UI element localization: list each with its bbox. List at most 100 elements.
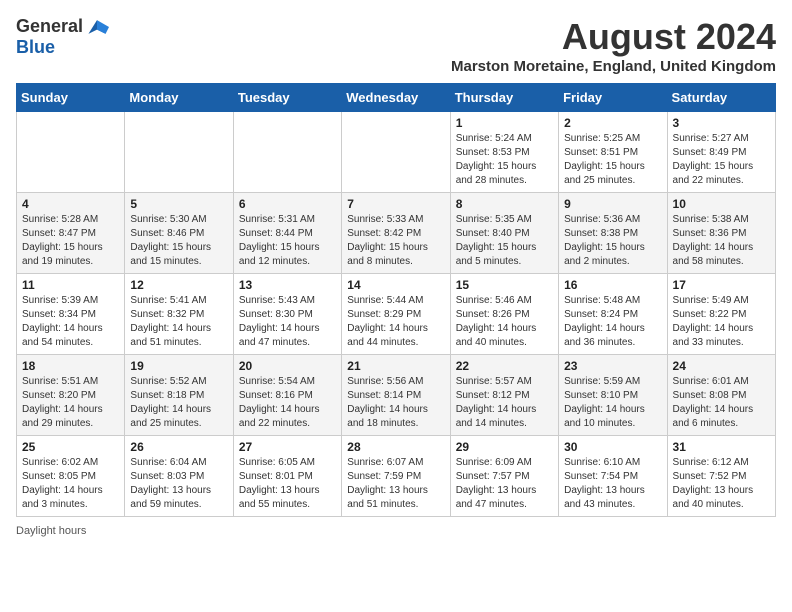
day-number: 6 — [239, 197, 336, 211]
day-info: Sunrise: 5:36 AM Sunset: 8:38 PM Dayligh… — [564, 213, 661, 269]
weekday-thursday: Thursday — [450, 84, 558, 112]
calendar-cell — [342, 112, 450, 193]
day-info: Sunrise: 6:02 AM Sunset: 8:05 PM Dayligh… — [22, 456, 119, 512]
day-number: 25 — [22, 440, 119, 454]
calendar-cell: 25 Sunrise: 6:02 AM Sunset: 8:05 PM Dayli… — [17, 436, 125, 517]
day-number: 24 — [673, 359, 770, 373]
day-number: 16 — [564, 278, 661, 292]
day-info: Sunrise: 6:09 AM Sunset: 7:57 PM Dayligh… — [456, 456, 553, 512]
day-info: Sunrise: 6:07 AM Sunset: 7:59 PM Dayligh… — [347, 456, 444, 512]
title-block: August 2024 Marston Moretaine, England, … — [451, 16, 776, 75]
day-info: Sunrise: 5:52 AM Sunset: 8:18 PM Dayligh… — [130, 375, 227, 431]
calendar-cell — [125, 112, 233, 193]
day-info: Sunrise: 5:48 AM Sunset: 8:24 PM Dayligh… — [564, 294, 661, 350]
day-info: Sunrise: 6:10 AM Sunset: 7:54 PM Dayligh… — [564, 456, 661, 512]
day-info: Sunrise: 5:31 AM Sunset: 8:44 PM Dayligh… — [239, 213, 336, 269]
day-info: Sunrise: 5:59 AM Sunset: 8:10 PM Dayligh… — [564, 375, 661, 431]
day-number: 11 — [22, 278, 119, 292]
page-header: General Blue August 2024 Marston Moretai… — [16, 16, 776, 75]
calendar-cell: 23 Sunrise: 5:59 AM Sunset: 8:10 PM Dayli… — [559, 355, 667, 436]
location-title: Marston Moretaine, England, United Kingd… — [451, 58, 776, 75]
day-number: 23 — [564, 359, 661, 373]
weekday-header-row: SundayMondayTuesdayWednesdayThursdayFrid… — [17, 84, 776, 112]
calendar-cell: 8 Sunrise: 5:35 AM Sunset: 8:40 PM Daylig… — [450, 193, 558, 274]
day-info: Sunrise: 6:01 AM Sunset: 8:08 PM Dayligh… — [673, 375, 770, 431]
day-number: 18 — [22, 359, 119, 373]
day-number: 22 — [456, 359, 553, 373]
weekday-tuesday: Tuesday — [233, 84, 341, 112]
day-info: Sunrise: 5:33 AM Sunset: 8:42 PM Dayligh… — [347, 213, 444, 269]
calendar-cell: 18Sunrise: 5:51 AM Sunset: 8:20 PM Dayli… — [17, 355, 125, 436]
day-number: 3 — [673, 116, 770, 130]
logo-bird-icon — [85, 18, 109, 36]
day-number: 27 — [239, 440, 336, 454]
day-number: 9 — [564, 197, 661, 211]
calendar-cell: 19 Sunrise: 5:52 AM Sunset: 8:18 PM Dayli… — [125, 355, 233, 436]
calendar-cell: 6 Sunrise: 5:31 AM Sunset: 8:44 PM Daylig… — [233, 193, 341, 274]
day-info: Sunrise: 5:44 AM Sunset: 8:29 PM Dayligh… — [347, 294, 444, 350]
calendar-cell: 27 Sunrise: 6:05 AM Sunset: 8:01 PM Dayli… — [233, 436, 341, 517]
day-number: 14 — [347, 278, 444, 292]
day-number: 2 — [564, 116, 661, 130]
day-info: Sunrise: 5:39 AM Sunset: 8:34 PM Dayligh… — [22, 294, 119, 350]
day-info: Sunrise: 5:28 AM Sunset: 8:47 PM Dayligh… — [22, 213, 119, 269]
day-info: Sunrise: 5:56 AM Sunset: 8:14 PM Dayligh… — [347, 375, 444, 431]
day-info: Sunrise: 5:27 AM Sunset: 8:49 PM Dayligh… — [673, 132, 770, 188]
calendar-cell: 28 Sunrise: 6:07 AM Sunset: 7:59 PM Dayli… — [342, 436, 450, 517]
calendar-cell: 3 Sunrise: 5:27 AM Sunset: 8:49 PM Daylig… — [667, 112, 775, 193]
day-number: 30 — [564, 440, 661, 454]
day-number: 28 — [347, 440, 444, 454]
week-row-3: 11 Sunrise: 5:39 AM Sunset: 8:34 PM Dayli… — [17, 274, 776, 355]
calendar-cell: 14 Sunrise: 5:44 AM Sunset: 8:29 PM Dayli… — [342, 274, 450, 355]
calendar-cell: 29Sunrise: 6:09 AM Sunset: 7:57 PM Dayli… — [450, 436, 558, 517]
calendar-cell: 21 Sunrise: 5:56 AM Sunset: 8:14 PM Dayli… — [342, 355, 450, 436]
day-number: 7 — [347, 197, 444, 211]
calendar-cell — [17, 112, 125, 193]
week-row-1: 1Sunrise: 5:24 AM Sunset: 8:53 PM Daylig… — [17, 112, 776, 193]
daylight-label: Daylight hours — [16, 525, 86, 537]
day-number: 31 — [673, 440, 770, 454]
day-info: Sunrise: 5:43 AM Sunset: 8:30 PM Dayligh… — [239, 294, 336, 350]
day-number: 12 — [130, 278, 227, 292]
day-info: Sunrise: 5:49 AM Sunset: 8:22 PM Dayligh… — [673, 294, 770, 350]
day-info: Sunrise: 5:25 AM Sunset: 8:51 PM Dayligh… — [564, 132, 661, 188]
week-row-4: 18Sunrise: 5:51 AM Sunset: 8:20 PM Dayli… — [17, 355, 776, 436]
calendar-cell: 16 Sunrise: 5:48 AM Sunset: 8:24 PM Dayli… — [559, 274, 667, 355]
day-info: Sunrise: 6:05 AM Sunset: 8:01 PM Dayligh… — [239, 456, 336, 512]
day-number: 10 — [673, 197, 770, 211]
footer: Daylight hours — [16, 525, 776, 537]
day-number: 26 — [130, 440, 227, 454]
calendar-cell: 12 Sunrise: 5:41 AM Sunset: 8:32 PM Dayli… — [125, 274, 233, 355]
calendar-cell: 9 Sunrise: 5:36 AM Sunset: 8:38 PM Daylig… — [559, 193, 667, 274]
day-number: 19 — [130, 359, 227, 373]
calendar-cell: 30 Sunrise: 6:10 AM Sunset: 7:54 PM Dayli… — [559, 436, 667, 517]
calendar-cell: 7 Sunrise: 5:33 AM Sunset: 8:42 PM Daylig… — [342, 193, 450, 274]
day-number: 21 — [347, 359, 444, 373]
calendar-cell: 10 Sunrise: 5:38 AM Sunset: 8:36 PM Dayli… — [667, 193, 775, 274]
day-number: 20 — [239, 359, 336, 373]
day-info: Sunrise: 5:46 AM Sunset: 8:26 PM Dayligh… — [456, 294, 553, 350]
day-info: Sunrise: 5:41 AM Sunset: 8:32 PM Dayligh… — [130, 294, 227, 350]
day-number: 8 — [456, 197, 553, 211]
weekday-sunday: Sunday — [17, 84, 125, 112]
day-info: Sunrise: 5:35 AM Sunset: 8:40 PM Dayligh… — [456, 213, 553, 269]
day-info: Sunrise: 5:30 AM Sunset: 8:46 PM Dayligh… — [130, 213, 227, 269]
calendar-cell: 1Sunrise: 5:24 AM Sunset: 8:53 PM Daylig… — [450, 112, 558, 193]
day-info: Sunrise: 5:38 AM Sunset: 8:36 PM Dayligh… — [673, 213, 770, 269]
calendar-table: SundayMondayTuesdayWednesdayThursdayFrid… — [16, 83, 776, 517]
day-number: 17 — [673, 278, 770, 292]
day-number: 4 — [22, 197, 119, 211]
calendar-cell: 2 Sunrise: 5:25 AM Sunset: 8:51 PM Daylig… — [559, 112, 667, 193]
weekday-wednesday: Wednesday — [342, 84, 450, 112]
logo-general-text: General — [16, 16, 83, 37]
calendar-cell — [233, 112, 341, 193]
calendar-cell: 5Sunrise: 5:30 AM Sunset: 8:46 PM Daylig… — [125, 193, 233, 274]
calendar-cell: 20Sunrise: 5:54 AM Sunset: 8:16 PM Dayli… — [233, 355, 341, 436]
logo-blue-text: Blue — [16, 37, 55, 58]
weekday-friday: Friday — [559, 84, 667, 112]
weekday-monday: Monday — [125, 84, 233, 112]
week-row-2: 4 Sunrise: 5:28 AM Sunset: 8:47 PM Daylig… — [17, 193, 776, 274]
day-info: Sunrise: 6:04 AM Sunset: 8:03 PM Dayligh… — [130, 456, 227, 512]
calendar-cell: 22Sunrise: 5:57 AM Sunset: 8:12 PM Dayli… — [450, 355, 558, 436]
calendar-cell: 11 Sunrise: 5:39 AM Sunset: 8:34 PM Dayli… — [17, 274, 125, 355]
